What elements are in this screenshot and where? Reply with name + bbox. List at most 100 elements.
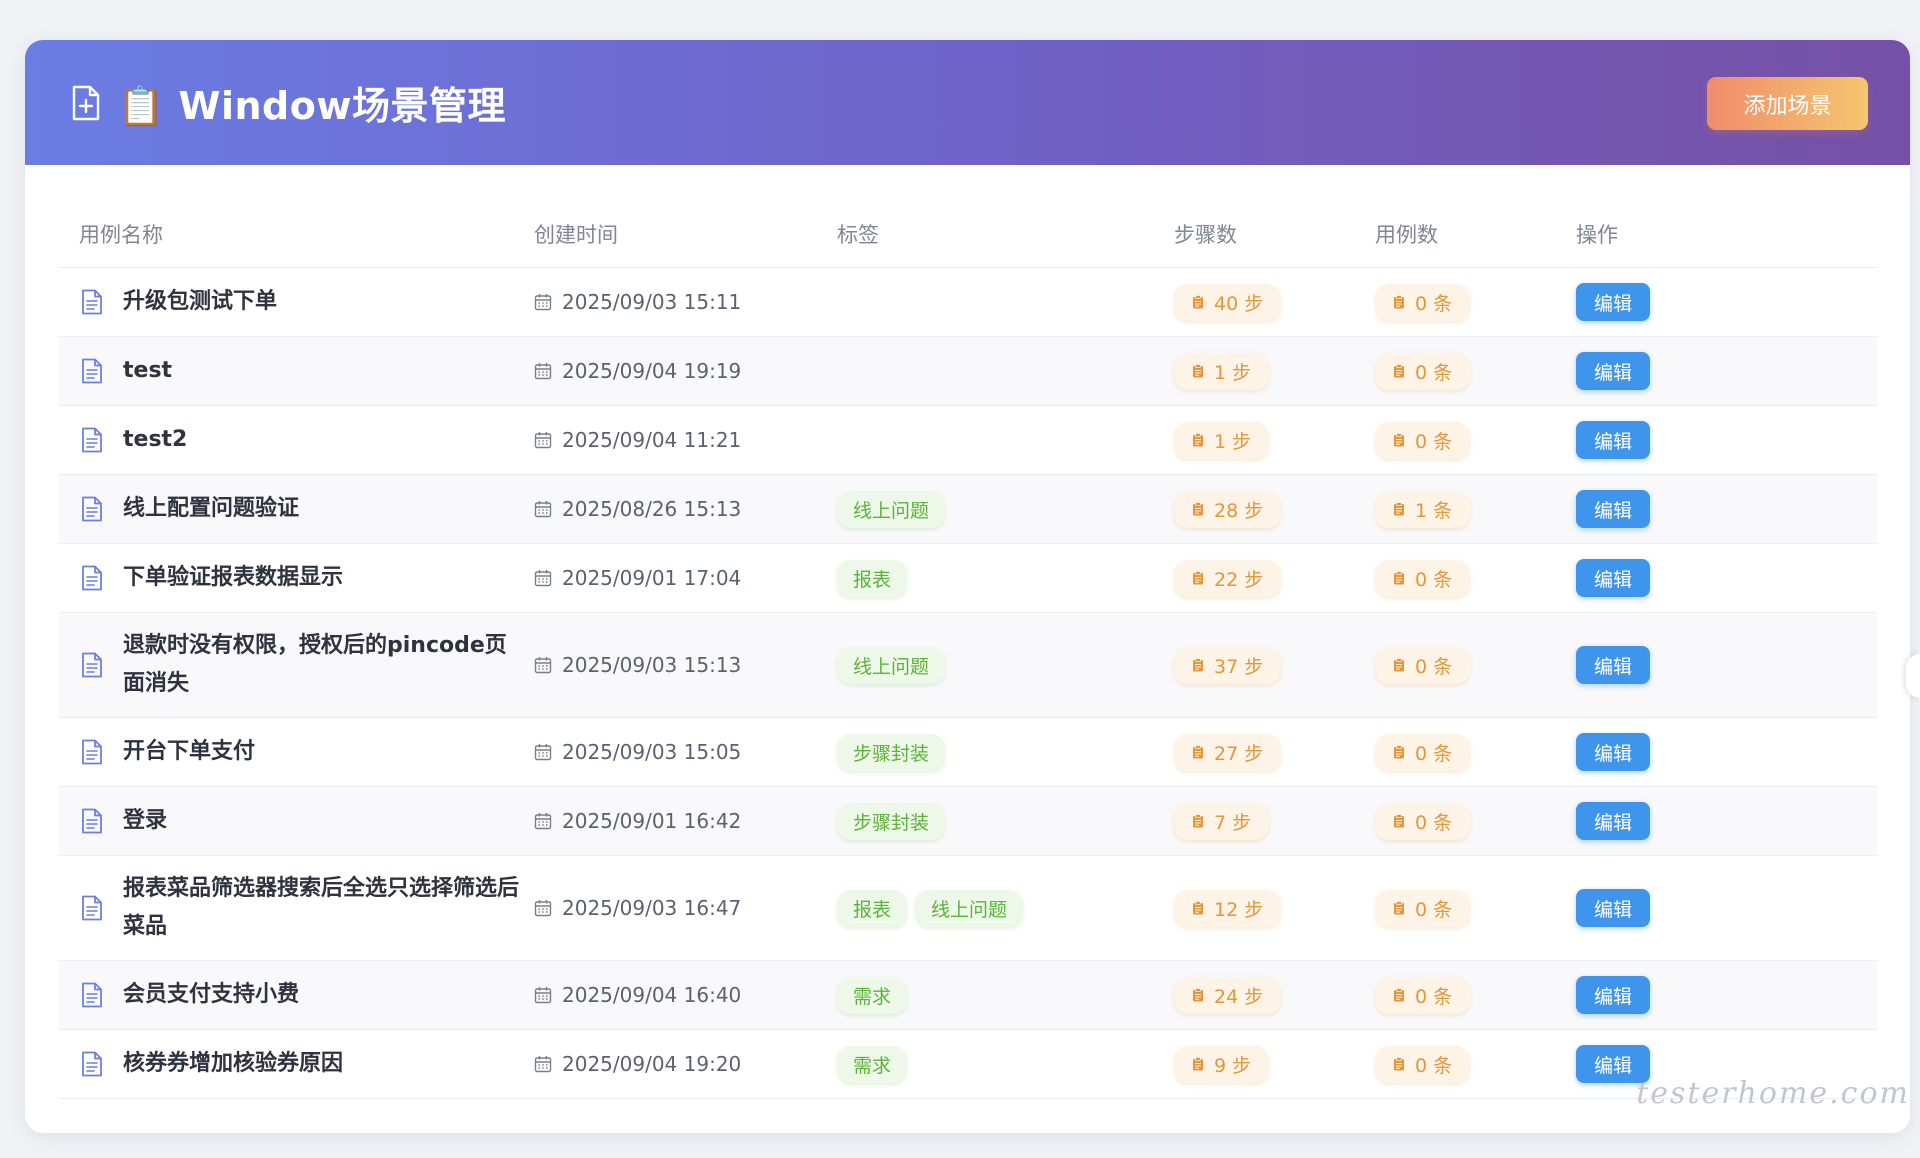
clipboard-icon [1394, 988, 1404, 1002]
cell-cases: 0 条 [1375, 267, 1576, 337]
cell-time: 2025/09/03 15:11 [534, 267, 837, 337]
cell-cases: 1 条 [1375, 474, 1576, 544]
created-time-text: 2025/09/03 15:05 [562, 740, 742, 764]
add-scene-button[interactable]: 添加场景 [1707, 77, 1868, 130]
page-title: 📋 Window场景管理 [117, 84, 506, 128]
scene-name: 会员支付支持小费 [59, 976, 534, 1014]
cell-cases: 0 条 [1375, 786, 1576, 856]
calendar-icon [534, 501, 552, 518]
table-row: 报表菜品筛选器搜索后全选只选择筛选后菜品 2025/09/03 16:47 报表 线上… [59, 855, 1877, 961]
cell-time: 2025/08/26 15:13 [534, 474, 837, 544]
cell-time: 2025/09/01 16:42 [534, 786, 837, 856]
cell-tags [837, 336, 1174, 406]
cases-badge: 0 条 [1375, 1045, 1471, 1083]
clipboard-icon [1193, 814, 1203, 828]
clipboard-icon [1394, 364, 1404, 378]
document-icon [82, 982, 102, 1008]
cases-badge: 0 条 [1375, 646, 1471, 684]
cell-name: 升级包测试下单 [59, 267, 534, 337]
tag-badge: 线上问题 [837, 490, 946, 528]
cell-time: 2025/09/03 15:13 [534, 612, 837, 718]
steps-badge: 28 步 [1174, 490, 1282, 528]
edit-button[interactable]: 编辑 [1576, 283, 1650, 321]
table-row: 下单验证报表数据显示 2025/09/01 17:04 报表 22 步 0 条 编辑 [59, 543, 1877, 613]
steps-count: 7 步 [1214, 811, 1252, 834]
cell-steps: 40 步 [1174, 267, 1375, 337]
scene-name-text: 核券券增加核验券原因 [123, 1051, 344, 1076]
cases-count: 1 条 [1415, 499, 1453, 522]
cell-actions: 编辑 [1576, 786, 1877, 856]
calendar-icon [534, 363, 552, 380]
scene-name-text: test2 [123, 427, 188, 452]
document-icon [82, 808, 102, 834]
document-icon [82, 652, 102, 678]
edit-button[interactable]: 编辑 [1576, 733, 1650, 771]
edit-button[interactable]: 编辑 [1576, 559, 1650, 597]
created-time: 2025/09/03 15:11 [534, 290, 837, 314]
clipboard-icon [1193, 1057, 1203, 1071]
cell-name: 登录 [59, 786, 534, 856]
cases-count: 0 条 [1415, 742, 1453, 765]
calendar-icon [534, 744, 552, 761]
steps-badge: 27 步 [1174, 733, 1282, 771]
column-header-actions: 操作 [1576, 200, 1877, 268]
scene-name-text: 升级包测试下单 [123, 289, 278, 314]
cell-name: 线上配置问题验证 [59, 474, 534, 544]
cell-cases: 0 条 [1375, 612, 1576, 718]
cell-name: 核券券增加核验券原因 [59, 1029, 534, 1099]
document-plus-icon [72, 85, 100, 120]
table-row: test 2025/09/04 19:19 1 步 0 条 编辑 [59, 336, 1877, 406]
clipboard-icon [1394, 502, 1404, 516]
cases-count: 0 条 [1415, 655, 1453, 678]
table-row: 开台下单支付 2025/09/03 15:05 步骤封装 27 步 0 条 编辑 [59, 717, 1877, 787]
steps-badge: 9 步 [1174, 1045, 1270, 1083]
cell-time: 2025/09/03 15:05 [534, 717, 837, 787]
scene-name-text: 下单验证报表数据显示 [123, 565, 344, 590]
cases-count: 0 条 [1415, 292, 1453, 315]
scene-name: test [59, 352, 534, 390]
scene-management-card: 📋 Window场景管理 添加场景 用例名称 创建时间 标签 步骤数 用例数 操… [25, 40, 1910, 1133]
cell-time: 2025/09/04 11:21 [534, 405, 837, 475]
cell-name: 开台下单支付 [59, 717, 534, 787]
scene-name: test2 [59, 421, 534, 459]
edit-button[interactable]: 编辑 [1576, 421, 1650, 459]
document-icon [82, 895, 102, 921]
created-time-text: 2025/09/01 16:42 [562, 809, 742, 833]
cell-actions: 编辑 [1576, 405, 1877, 475]
edit-button[interactable]: 编辑 [1576, 490, 1650, 528]
calendar-icon [534, 987, 552, 1004]
cases-count: 0 条 [1415, 898, 1453, 921]
steps-badge: 37 步 [1174, 646, 1282, 684]
edit-button[interactable]: 编辑 [1576, 352, 1650, 390]
document-icon [82, 358, 102, 384]
cell-tags: 需求 [837, 960, 1174, 1030]
tag-badge: 需求 [837, 1045, 908, 1083]
scene-name-text: 退款时没有权限，授权后的pincode页面消失 [123, 633, 507, 696]
cell-actions: 编辑 [1576, 267, 1877, 337]
calendar-icon [534, 432, 552, 449]
cases-badge: 0 条 [1375, 421, 1471, 459]
created-time: 2025/09/03 16:47 [534, 896, 837, 920]
edit-button[interactable]: 编辑 [1576, 976, 1650, 1014]
calendar-icon [534, 900, 552, 917]
cell-time: 2025/09/03 16:47 [534, 855, 837, 961]
scene-name-text: 开台下单支付 [123, 739, 256, 764]
steps-count: 27 步 [1214, 742, 1264, 765]
scene-name-text: 报表菜品筛选器搜索后全选只选择筛选后菜品 [123, 876, 520, 939]
cases-count: 0 条 [1415, 361, 1453, 384]
edit-button[interactable]: 编辑 [1576, 646, 1650, 684]
created-time-text: 2025/09/03 15:11 [562, 290, 742, 314]
created-time-text: 2025/09/01 17:04 [562, 566, 742, 590]
tag-badge: 步骤封装 [837, 733, 946, 771]
cell-steps: 7 步 [1174, 786, 1375, 856]
cell-name: 报表菜品筛选器搜索后全选只选择筛选后菜品 [59, 855, 534, 961]
calendar-icon [534, 1056, 552, 1073]
edit-button[interactable]: 编辑 [1576, 802, 1650, 840]
calendar-icon [534, 813, 552, 830]
edit-button[interactable]: 编辑 [1576, 889, 1650, 927]
column-header-time: 创建时间 [534, 200, 837, 268]
document-icon [82, 739, 102, 765]
side-handle[interactable] [1906, 654, 1920, 698]
created-time-text: 2025/09/04 19:19 [562, 359, 742, 383]
steps-count: 9 步 [1214, 1054, 1252, 1077]
